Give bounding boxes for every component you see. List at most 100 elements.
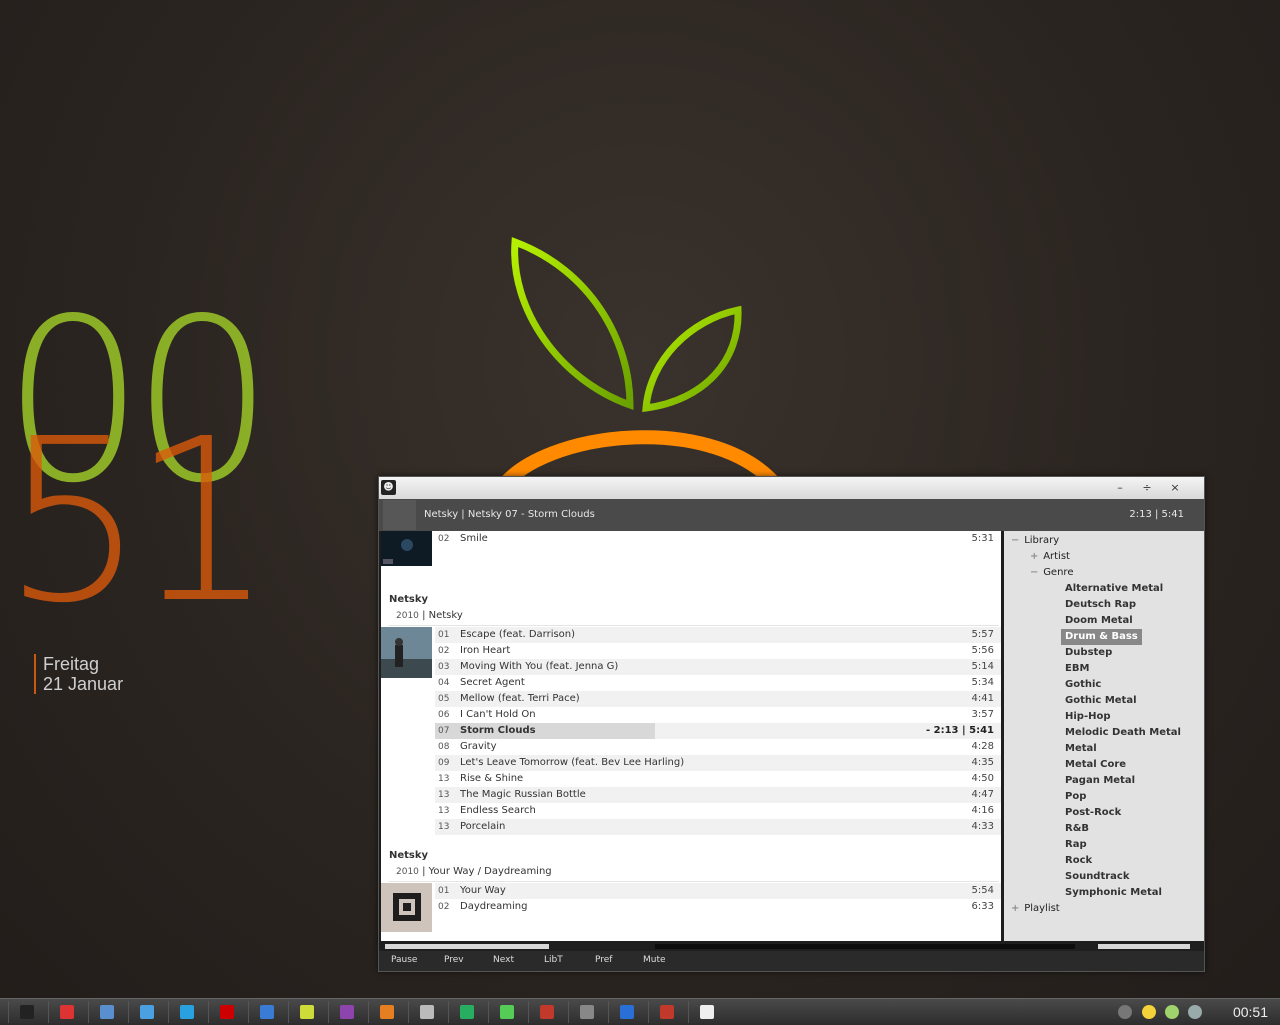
taskbar-calendar-button[interactable] [328, 1001, 365, 1023]
tree-node-genre-item[interactable]: Post-Rock [1061, 805, 1125, 821]
track-row[interactable]: 02 Smile 5:31 [435, 531, 1001, 547]
tree-node-genre-item[interactable]: Metal [1061, 741, 1101, 757]
opera-icon [220, 1005, 234, 1019]
track-title: Secret Agent [460, 677, 525, 688]
album-separator [389, 881, 999, 882]
tree-node-genre-item[interactable]: Alternative Metal [1061, 581, 1167, 597]
track-title: Mellow (feat. Terri Pace) [460, 693, 580, 704]
album-artist-heading: Netsky [389, 850, 429, 861]
taskbar-archive-button[interactable] [368, 1001, 405, 1023]
track-title: Smile [460, 533, 488, 544]
track-title: The Magic Russian Bottle [460, 789, 586, 800]
tree-node-genre-item[interactable]: Pop [1061, 789, 1090, 805]
track-row[interactable]: 13 Porcelain 4:33 [435, 819, 1001, 835]
window-titlebar[interactable]: ☻ – ÷ × [379, 477, 1204, 499]
track-row[interactable]: 09 Let's Leave Tomorrow (feat. Bev Lee Ha… [435, 755, 1001, 771]
taskbar-messenger-button[interactable] [128, 1001, 165, 1023]
tree-node-genre-item[interactable]: Deutsch Rap [1061, 597, 1140, 613]
player-window: ☻ – ÷ × Netsky | Netsky 07 - Storm Cloud… [378, 476, 1205, 972]
track-row[interactable]: 01 Escape (feat. Darrison) 5:57 [435, 627, 1001, 643]
tree-node-genre-item[interactable]: Dubstep [1061, 645, 1116, 661]
tree-node-genre-item[interactable]: Soundtrack [1061, 869, 1134, 885]
track-row[interactable]: 13 Rise & Shine 4:50 [435, 771, 1001, 787]
tree-node-genre-item[interactable]: Hip-Hop [1061, 709, 1115, 725]
track-list[interactable]: 02 Smile 5:31 Netsky 2010 | Netsky 01 Esc… [381, 531, 1001, 941]
prev-button[interactable]: Prev [444, 951, 464, 969]
taskbar-show-desktop-button[interactable] [8, 1001, 45, 1023]
seek-bar-track[interactable] [655, 944, 1075, 949]
tree-node-genre-item[interactable]: Drum & Bass [1061, 629, 1142, 645]
pause-button[interactable]: Pause [391, 951, 417, 969]
track-row[interactable]: 02 Iron Heart 5:56 [435, 643, 1001, 659]
library-tree[interactable]: − Library + Artist − Genre Alternative M… [1004, 531, 1204, 941]
tree-node-genre-item[interactable]: Gothic Metal [1061, 693, 1141, 709]
tree-node-artist[interactable]: + Artist [1030, 549, 1070, 565]
volume-bar[interactable] [1098, 944, 1190, 949]
taskbar-utility-button[interactable] [648, 1001, 685, 1023]
close-button[interactable]: × [1166, 479, 1184, 497]
seek-bar-fill[interactable] [385, 944, 549, 949]
taskbar-media-button[interactable] [608, 1001, 645, 1023]
track-row[interactable]: 06 I Can't Hold On 3:57 [435, 707, 1001, 723]
messenger-tray-icon[interactable] [1165, 1005, 1179, 1019]
explorer-icon [100, 1005, 114, 1019]
album-year: 2010 [396, 611, 419, 621]
tree-node-genre-item[interactable]: Symphonic Metal [1061, 885, 1166, 901]
tree-node-genre[interactable]: − Genre [1030, 565, 1073, 581]
maximize-button[interactable]: ÷ [1138, 479, 1156, 497]
alien-icon[interactable]: ☻ [381, 480, 396, 495]
track-row[interactable]: 08 Gravity 4:28 [435, 739, 1001, 755]
tree-node-genre-item[interactable]: Metal Core [1061, 757, 1130, 773]
tree-node-genre-item[interactable]: EBM [1061, 661, 1093, 677]
taskbar-player-button[interactable] [408, 1001, 445, 1023]
taskbar-mail-button[interactable] [568, 1001, 605, 1023]
track-row[interactable]: 13 The Magic Russian Bottle 4:47 [435, 787, 1001, 803]
downloader-icon [460, 1005, 474, 1019]
tree-node-genre-item[interactable]: R&B [1061, 821, 1093, 837]
taskbar-explorer-button[interactable] [88, 1001, 125, 1023]
minimize-button[interactable]: – [1111, 479, 1129, 497]
mute-button[interactable]: Mute [643, 951, 666, 969]
tree-node-genre-item[interactable]: Rap [1061, 837, 1091, 853]
network-tray-icon[interactable] [1118, 1005, 1132, 1019]
player-icon [420, 1005, 434, 1019]
tree-node-genre-item[interactable]: Pagan Metal [1061, 773, 1139, 789]
track-row[interactable]: 03 Moving With You (feat. Jenna G) 5:14 [435, 659, 1001, 675]
preferences-button[interactable]: Pref [595, 951, 612, 969]
next-button[interactable]: Next [493, 951, 514, 969]
album-cover-your-way [381, 883, 432, 932]
track-row[interactable]: 04 Secret Agent 5:34 [435, 675, 1001, 691]
notification-tray-icon[interactable] [1142, 1005, 1156, 1019]
taskbar-clock[interactable]: 00:51 [1233, 999, 1268, 1025]
track-number: 13 [438, 774, 450, 784]
track-title: Rise & Shine [460, 773, 524, 784]
clock-day: Freitag [43, 654, 100, 674]
taskbar-winamp-button[interactable] [288, 1001, 325, 1023]
track-row[interactable]: 02 Daydreaming 6:33 [435, 899, 1001, 915]
track-row[interactable]: 05 Mellow (feat. Terri Pace) 4:41 [435, 691, 1001, 707]
taskbar-downloader-button[interactable] [448, 1001, 485, 1023]
taskbar-opera-button[interactable] [208, 1001, 245, 1023]
taskbar-skype-button[interactable] [168, 1001, 205, 1023]
calendar-icon [340, 1005, 354, 1019]
taskbar-notes-button[interactable] [688, 1001, 725, 1023]
taskbar-notepad-button[interactable] [48, 1001, 85, 1023]
tree-node-library[interactable]: − Library [1011, 533, 1059, 549]
now-playing-time: 2:13 | 5:41 [1129, 509, 1184, 520]
skype-icon [180, 1005, 194, 1019]
tree-node-genre-item[interactable]: Rock [1061, 853, 1096, 869]
track-row-playing[interactable]: 07 Storm Clouds - 2:13 | 5:41 [435, 723, 1001, 739]
tree-node-genre-item[interactable]: Doom Metal [1061, 613, 1137, 629]
taskbar-editor-button[interactable] [248, 1001, 285, 1023]
tree-node-playlist[interactable]: + Playlist [1011, 901, 1060, 917]
library-toggle-button[interactable]: LibT [544, 951, 563, 969]
steam-tray-icon[interactable] [1188, 1005, 1202, 1019]
tree-node-genre-item[interactable]: Gothic [1061, 677, 1105, 693]
track-title: Moving With You (feat. Jenna G) [460, 661, 619, 672]
track-row[interactable]: 13 Endless Search 4:16 [435, 803, 1001, 819]
taskbar-gmail-button[interactable] [528, 1001, 565, 1023]
track-row[interactable]: 01 Your Way 5:54 [435, 883, 1001, 899]
taskbar-terminal-button[interactable] [488, 1001, 525, 1023]
tree-node-genre-item[interactable]: Melodic Death Metal [1061, 725, 1185, 741]
media-icon [620, 1005, 634, 1019]
